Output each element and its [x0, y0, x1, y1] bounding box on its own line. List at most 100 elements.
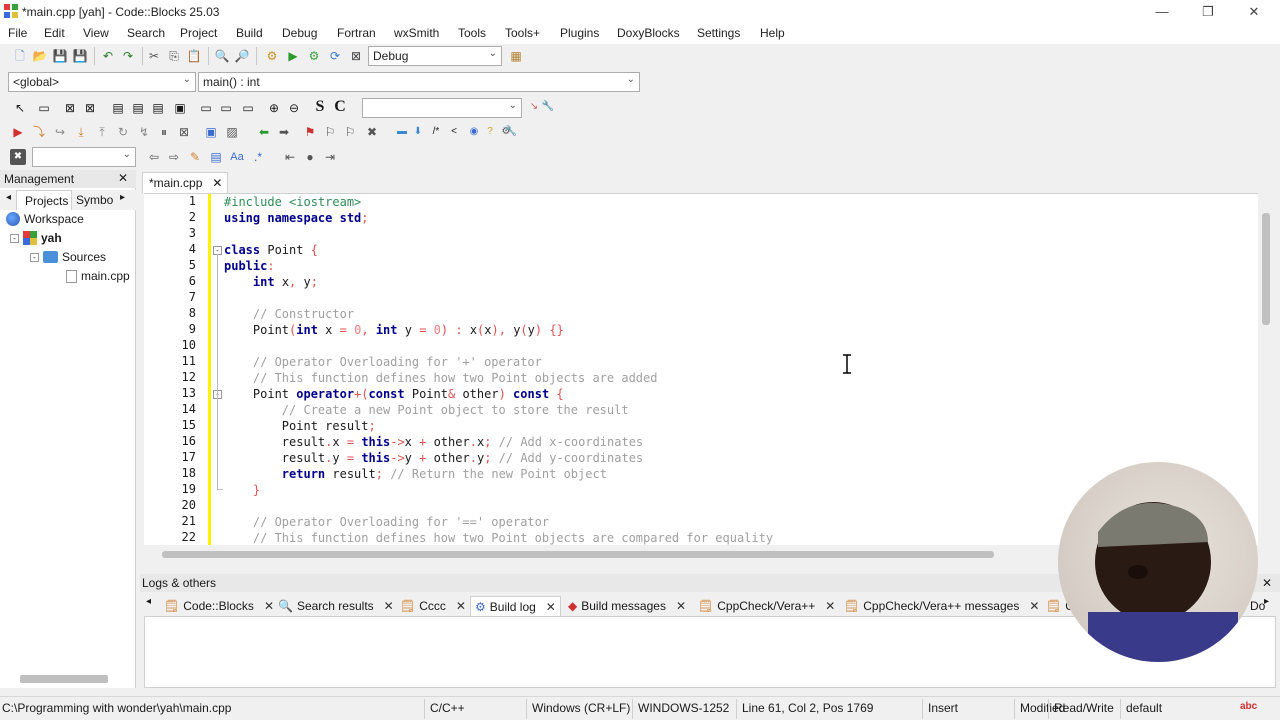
- menu-settings[interactable]: Settings: [697, 26, 740, 40]
- grid-icon[interactable]: ⊠: [62, 100, 78, 116]
- back-arrow-icon[interactable]: ⬅: [256, 124, 272, 140]
- grid-alt-icon[interactable]: ⊠: [82, 100, 98, 116]
- regex-icon[interactable]: .*: [250, 149, 266, 165]
- undo-icon[interactable]: ↶: [100, 48, 116, 64]
- close-tab-icon[interactable]: ✕: [264, 599, 274, 613]
- build-gear-icon[interactable]: ⚙: [264, 48, 280, 64]
- box-2-icon[interactable]: ▭: [218, 100, 234, 116]
- match-case-icon[interactable]: Aa: [229, 149, 245, 165]
- log-tab-search-results[interactable]: 🔍 Search results ✕: [278, 596, 394, 616]
- menu-tools[interactable]: Tools: [458, 26, 486, 40]
- frame-icon[interactable]: ▭: [36, 100, 52, 116]
- highlight-icon[interactable]: ✎: [187, 149, 203, 165]
- close-tab-icon[interactable]: ✕: [676, 599, 686, 613]
- management-hscrollbar[interactable]: [20, 675, 108, 683]
- layout-4-icon[interactable]: ▣: [172, 100, 188, 116]
- layout-1-icon[interactable]: ▤: [110, 100, 126, 116]
- editor-vscrollbar[interactable]: [1258, 193, 1274, 545]
- abort-icon[interactable]: ⊠: [348, 48, 364, 64]
- next-line-icon[interactable]: ↪: [52, 124, 68, 140]
- doxy-1-icon[interactable]: ▬: [394, 124, 410, 140]
- debug-windows-icon[interactable]: ▣: [203, 124, 219, 140]
- menu-file[interactable]: File: [8, 26, 27, 40]
- bookmark-clear-icon[interactable]: ✖: [364, 124, 380, 140]
- close-tab-icon[interactable]: ✕: [1029, 599, 1039, 613]
- run-to-cursor-icon[interactable]: ⤵: [31, 124, 47, 140]
- close-icon[interactable]: ✕: [1262, 576, 1272, 590]
- stop-debug-icon[interactable]: ⊠: [176, 124, 192, 140]
- close-tab-icon[interactable]: ✕: [384, 599, 394, 613]
- menu-wxsmith[interactable]: wxSmith: [394, 26, 439, 40]
- new-file-icon[interactable]: 🗋: [12, 48, 28, 64]
- vscroll-thumb[interactable]: [1262, 213, 1270, 325]
- save-all-icon[interactable]: 💾: [72, 48, 88, 64]
- find-icon[interactable]: 🔍: [214, 48, 230, 64]
- bookmark-prev-icon[interactable]: ⚐: [322, 124, 338, 140]
- s-icon[interactable]: S: [312, 99, 328, 115]
- collapse-icon[interactable]: -: [10, 233, 19, 243]
- log-tab-cppcheck-messages[interactable]: 🗒 CppCheck/Vera++ messages ✕: [844, 596, 1039, 616]
- build-and-run-icon[interactable]: ⚙: [306, 48, 322, 64]
- close-tab-icon[interactable]: ✕: [212, 176, 222, 190]
- rebuild-icon[interactable]: ⟳: [327, 48, 343, 64]
- redo-icon[interactable]: ↷: [120, 48, 136, 64]
- build-target-select[interactable]: Debug ⌄: [368, 46, 502, 66]
- menu-edit[interactable]: Edit: [44, 26, 65, 40]
- find-next-icon[interactable]: ⇨: [166, 149, 182, 165]
- find-prev-icon[interactable]: ⇦: [146, 149, 162, 165]
- tab-scroll-left-icon[interactable]: ◂: [146, 596, 151, 607]
- spellcheck-icon[interactable]: abc: [1240, 701, 1257, 712]
- c-icon[interactable]: C: [332, 99, 348, 115]
- hscroll-thumb[interactable]: [162, 551, 994, 558]
- scope-select[interactable]: <global> ⌄: [8, 72, 196, 92]
- tab-scroll-right-icon[interactable]: ▸: [1264, 596, 1269, 607]
- wx-option-2-icon[interactable]: 🔧: [540, 99, 556, 115]
- doxy-chm-icon[interactable]: ?: [482, 124, 498, 140]
- menu-search[interactable]: Search: [127, 26, 165, 40]
- tree-folder-sources[interactable]: - Sources: [30, 250, 106, 264]
- menu-project[interactable]: Project: [180, 26, 217, 40]
- wx-search-select[interactable]: ⌄: [362, 98, 522, 118]
- box-3-icon[interactable]: ▭: [240, 100, 256, 116]
- debug-start-icon[interactable]: ▶: [10, 124, 26, 140]
- open-file-icon[interactable]: 📂: [32, 48, 48, 64]
- menu-debug[interactable]: Debug: [282, 26, 317, 40]
- jump-last-icon[interactable]: ●: [302, 149, 318, 165]
- menu-view[interactable]: View: [83, 26, 109, 40]
- function-select[interactable]: main() : int ⌄: [198, 72, 640, 92]
- replace-icon[interactable]: 🔎: [234, 48, 250, 64]
- close-tab-icon[interactable]: ✕: [825, 599, 835, 613]
- tab-projects[interactable]: Projects: [16, 190, 72, 210]
- paste-icon[interactable]: 📋: [186, 48, 202, 64]
- run-icon[interactable]: ▶: [285, 48, 301, 64]
- close-tab-icon[interactable]: ✕: [546, 600, 556, 614]
- log-tab-cccc[interactable]: 🗒 Cccc ✕: [400, 596, 466, 616]
- zoom-out-icon[interactable]: ⊖: [286, 100, 302, 116]
- doxy-line-comment-icon[interactable]: <: [446, 124, 462, 140]
- debug-info-icon[interactable]: ▨: [224, 124, 240, 140]
- tree-file-main-cpp[interactable]: main.cpp: [66, 269, 136, 283]
- bookmark-toggle-icon[interactable]: ⚑: [302, 124, 318, 140]
- step-out-icon[interactable]: ⤒: [94, 124, 110, 140]
- doxy-2-icon[interactable]: ⬇: [410, 124, 426, 140]
- minimize-button[interactable]: —: [1142, 2, 1182, 22]
- zoom-in-icon[interactable]: ⊕: [266, 100, 282, 116]
- bookmark-next-icon[interactable]: ⚐: [342, 124, 358, 140]
- close-icon[interactable]: ✕: [118, 171, 128, 185]
- layout-2-icon[interactable]: ▤: [130, 100, 146, 116]
- selection-only-icon[interactable]: ▤: [208, 149, 224, 165]
- next-instruction-icon[interactable]: ↻: [115, 124, 131, 140]
- save-icon[interactable]: 💾: [52, 48, 68, 64]
- log-tab-codeblocks[interactable]: 🗒 Code::Blocks ✕: [164, 596, 274, 616]
- copy-icon[interactable]: ⎘: [166, 48, 182, 64]
- doxy-comment-icon[interactable]: /*: [428, 124, 444, 140]
- clear-search-icon[interactable]: ✖: [10, 149, 26, 165]
- doxy-run-icon[interactable]: ◉: [466, 124, 482, 140]
- forward-arrow-icon[interactable]: ➡: [276, 124, 292, 140]
- menu-plugins[interactable]: Plugins: [560, 26, 599, 40]
- jump-back-icon[interactable]: ⇤: [282, 149, 298, 165]
- menu-tools-plus[interactable]: Tools+: [505, 26, 540, 40]
- doxy-prefs-icon[interactable]: 🔧: [503, 124, 519, 140]
- log-tab-build-messages[interactable]: ◆ Build messages ✕: [568, 596, 686, 616]
- collapse-icon[interactable]: -: [30, 252, 39, 262]
